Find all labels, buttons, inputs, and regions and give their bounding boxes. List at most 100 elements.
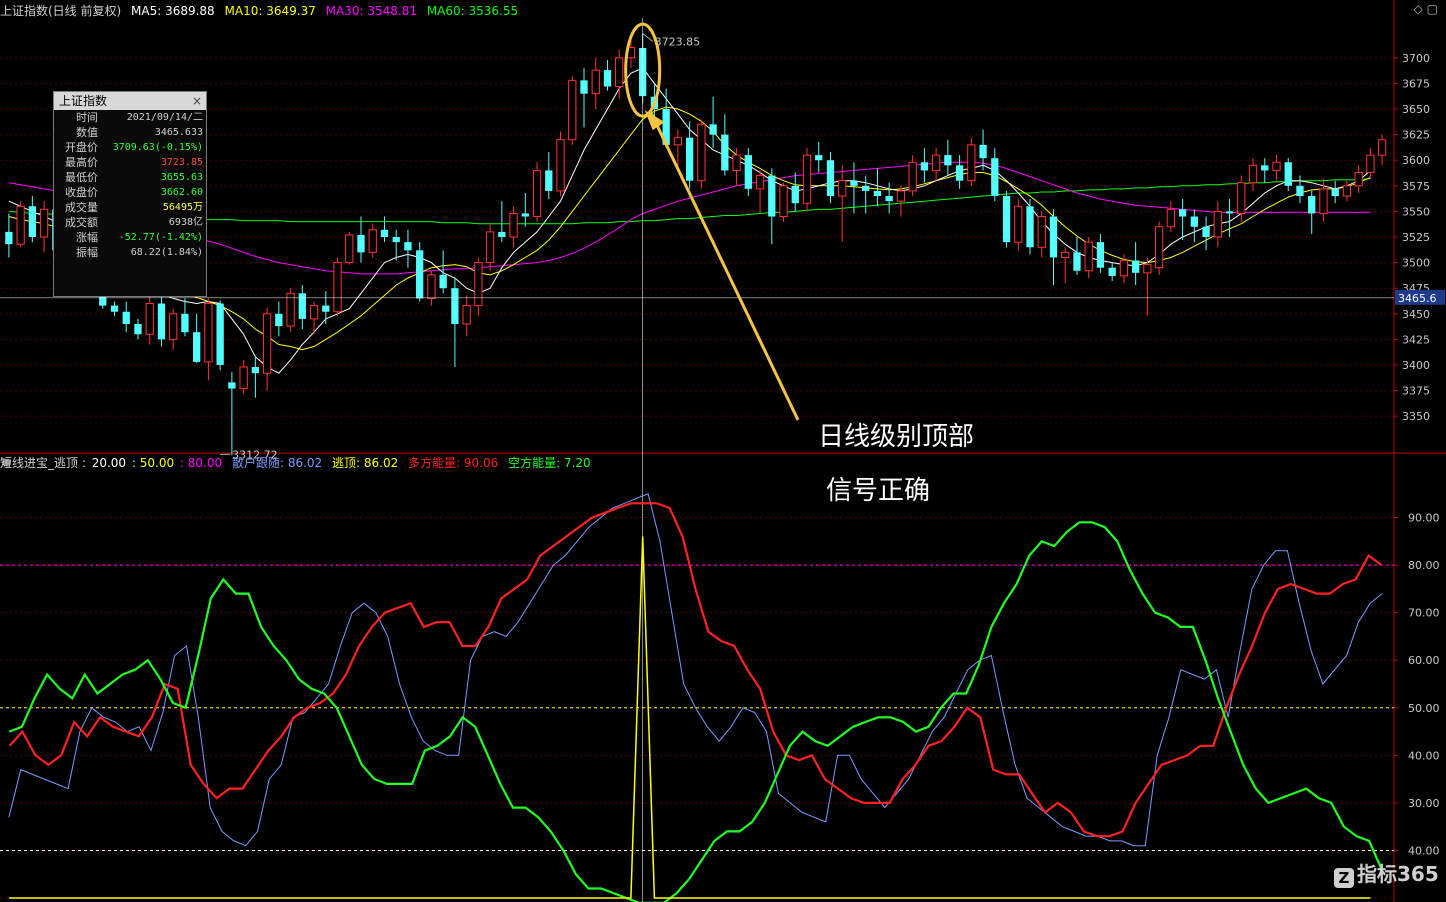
price-tick-label: 3450: [1402, 308, 1430, 321]
price-tick-label: 3600: [1402, 154, 1430, 167]
quote-row-key: 涨幅: [76, 231, 98, 244]
candle-body-up: [697, 123, 706, 182]
quote-row: 成交量 56495万: [54, 200, 206, 215]
quote-row: 成交额 6938亿: [54, 215, 206, 230]
indicator-tick-label: 30.00: [1408, 797, 1440, 810]
quote-row: 时间 2021/09/14/二: [54, 110, 206, 125]
quote-row-key: 开盘价: [65, 141, 98, 154]
price-tick-label: 3525: [1402, 231, 1430, 244]
candle-body-down: [498, 231, 506, 237]
main-chart-title: 上证指数(日线 前复权): [0, 4, 122, 18]
bear-energy-line: [8, 521, 1383, 902]
candle-body-up: [474, 262, 483, 307]
candle-body-down: [1096, 242, 1105, 268]
candle-body-down: [873, 190, 882, 197]
quote-row-value: 3655.63: [160, 172, 203, 183]
indicator-tick-label: 40.00: [1408, 844, 1440, 857]
candle-body-down: [1002, 196, 1011, 243]
candle-body-down: [885, 196, 893, 202]
candle-body-up: [427, 274, 436, 299]
candle-body-down: [791, 185, 799, 204]
quote-info-panel[interactable]: 上证指数 × 时间 2021/09/14/二 数值 3465.633 开盘价 3709.6…: [53, 91, 207, 297]
quote-row: 收盘价 3662.60: [54, 185, 206, 200]
candle-body-up: [779, 185, 788, 218]
high-price-mark: 3723.85: [655, 35, 701, 48]
quote-rows: 时间 2021/09/14/二 数值 3465.633 开盘价 3709.63(-0.15…: [54, 110, 206, 260]
price-tick-label: 3400: [1402, 359, 1430, 372]
quote-row-value: 3662.60: [160, 187, 203, 198]
quote-row-value: -52.77(-1.42%): [118, 232, 203, 243]
ma10-label: MA10: 3649.37: [224, 4, 316, 18]
candle-body-up: [204, 303, 213, 363]
candle-body-down: [1132, 260, 1140, 273]
candle-body-up: [345, 234, 354, 264]
candle-body-down: [815, 155, 823, 161]
quote-row: 开盘价 3709.63(-0.15%): [54, 140, 206, 155]
bear-energy-label: 空方能量: 7.20: [508, 456, 591, 470]
candle-body-down: [134, 324, 142, 335]
candle-body-up: [1272, 161, 1281, 171]
price-tick-label: 3650: [1402, 103, 1430, 116]
ma30-label: MA30: 3548.81: [325, 4, 417, 18]
candle-body-down: [1049, 216, 1058, 258]
candle-body-up: [1237, 182, 1246, 214]
candle-body-up: [509, 212, 518, 238]
candle-body-up: [1166, 208, 1175, 228]
close-icon[interactable]: ×: [192, 92, 202, 110]
candle-body-down: [1308, 196, 1316, 214]
candle-body-down: [991, 158, 999, 197]
candle-body-down: [1190, 216, 1198, 227]
candle-body-down: [826, 160, 835, 197]
candle-body-up: [145, 303, 154, 335]
candle-body-up: [1213, 210, 1222, 238]
indicator-tick-label: 40.00: [1408, 749, 1440, 762]
candle-body-up: [368, 229, 377, 253]
candle-body-up: [755, 175, 765, 190]
window-controls[interactable]: ◇ ▢: [1414, 2, 1438, 16]
price-tick-label: 3625: [1402, 129, 1430, 142]
candle-body-up: [1319, 188, 1328, 214]
candle-body-down: [5, 231, 13, 245]
price-tick-label: 3350: [1402, 410, 1430, 423]
ref-80-label: : 80.00: [179, 456, 223, 470]
annotation-daily-top: 日线级别顶部: [818, 422, 975, 452]
quote-row: 最高价 3723.85: [54, 155, 206, 170]
candle-body-up: [591, 69, 600, 95]
quote-row: 最低价 3655.63: [54, 170, 206, 185]
candle-body-down: [979, 144, 987, 159]
indicator-header: 短线进宝_逃顶 : 20.00 : 50.00 : 80.00 散户跟随: 86…: [0, 456, 597, 470]
bull-energy-label: 多方能量: 90.06: [408, 456, 499, 470]
watermark-logo: Z 指标365: [1334, 858, 1439, 888]
crosshair-price-label: 3465.6: [1398, 292, 1437, 305]
annotation-signal-correct: 信号正确: [826, 476, 931, 506]
candle-body-down: [1284, 162, 1292, 186]
candle-body-down: [451, 288, 459, 325]
candle-body-up: [1143, 264, 1152, 274]
candle-body-up: [309, 305, 319, 320]
candle-body-down: [545, 170, 553, 191]
candle-body-down: [709, 124, 717, 135]
quote-row-key: 收盘价: [65, 186, 98, 199]
indicator-tick-label: 90.00: [1408, 512, 1440, 525]
candle-body-up: [462, 305, 471, 325]
candle-body-down: [216, 303, 224, 365]
price-tick-label: 3575: [1402, 180, 1430, 193]
retail-follow-label: 散户跟随: 86.02: [231, 456, 323, 470]
price-mark-pointer: [642, 33, 653, 42]
quote-row: 振幅 68.22(1.84%): [54, 245, 206, 260]
candle-body-up: [1037, 216, 1046, 248]
candle-body-down: [862, 185, 870, 191]
candle-body-down: [580, 80, 588, 94]
candle-body-down: [944, 155, 952, 166]
candle-body-up: [908, 161, 917, 192]
candle-body-up: [896, 190, 906, 202]
indicator-title: 短线进宝_逃顶 :: [0, 456, 86, 470]
quote-row-key: 数值: [76, 126, 98, 139]
ref-50-label: : 50.00: [131, 456, 175, 470]
candle-body-down: [110, 305, 119, 312]
quote-panel-title: 上证指数 ×: [54, 92, 206, 110]
quote-row: 涨幅 -52.77(-1.42%): [54, 230, 206, 245]
candle-body-down: [1026, 206, 1034, 248]
candle-body-down: [685, 137, 694, 181]
candle-body-down: [228, 382, 236, 389]
